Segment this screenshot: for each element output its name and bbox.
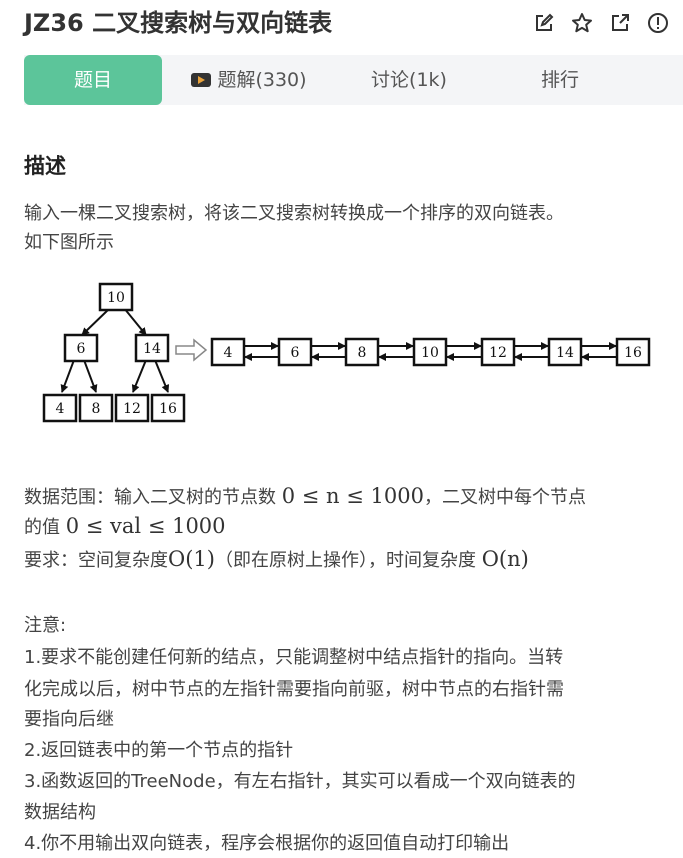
svg-text:12: 12	[489, 345, 507, 361]
value-prefix: 的值	[24, 517, 60, 538]
svg-text:12: 12	[123, 401, 141, 417]
share-icon[interactable]	[607, 10, 633, 36]
list-node: 8	[344, 337, 380, 367]
space-complexity: O(1)	[168, 547, 215, 571]
section-title: 描述	[24, 154, 66, 178]
svg-text:6: 6	[77, 341, 86, 357]
tree-node: 8	[78, 393, 114, 423]
tab-ranking[interactable]: 排行	[520, 55, 600, 105]
note-line-3: 要指向后继	[24, 709, 114, 730]
svg-text:14: 14	[143, 341, 161, 357]
tree-node: 14	[134, 333, 170, 363]
description-line-1: 输入一棵二叉搜索树，将该二叉搜索树转换成一个排序的双向链表。	[24, 203, 564, 224]
tree-node: 4	[42, 393, 78, 423]
svg-text:4: 4	[224, 345, 233, 361]
list-node: 10	[412, 337, 448, 367]
description-line-2: 如下图所示	[24, 232, 114, 253]
notes-heading: 注意:	[24, 615, 67, 636]
svg-text:14: 14	[556, 345, 574, 361]
list-node: 6	[277, 337, 313, 367]
note-line-2: 化完成以后，树中节点的左指针需要指向前驱，树中节点的右指针需	[24, 679, 564, 700]
list-node: 12	[480, 337, 516, 367]
edit-icon[interactable]	[531, 10, 557, 36]
requirement-line: 要求：空间复杂度O(1)（即在原树上操作），时间复杂度 O(n)	[24, 545, 529, 575]
requirement-prefix: 要求：空间复杂度	[24, 550, 168, 571]
tab-bar: 题目 题解(330) 讨论(1k) 排行	[24, 55, 683, 105]
svg-text:8: 8	[92, 401, 101, 417]
value-line: 的值 0 ≤ val ≤ 1000	[24, 512, 226, 542]
star-icon[interactable]	[569, 10, 595, 36]
tree-node: 16	[150, 393, 186, 423]
tab-discussion-label: 讨论(1k)	[371, 69, 447, 91]
tab-solutions[interactable]: 题解(330)	[184, 55, 314, 105]
tab-problem-label: 题目	[73, 69, 112, 91]
tab-problem[interactable]: 题目	[24, 55, 162, 105]
header-actions	[531, 10, 671, 36]
note-line-7: 4.你不用输出双向链表，程序会根据你的返回值自动打印输出	[24, 833, 510, 854]
svg-text:4: 4	[56, 401, 65, 417]
note-line-5: 3.函数返回的TreeNode，有左右指针，其实可以看成一个双向链表的	[24, 771, 576, 792]
range-math: 0 ≤ n ≤ 1000	[281, 484, 424, 508]
list-node: 16	[615, 337, 651, 367]
tab-solutions-label: 题解(330)	[217, 69, 307, 91]
list-node: 14	[547, 337, 583, 367]
range-line: 数据范围：输入二叉树的节点数 0 ≤ n ≤ 1000，二叉树中每个节点	[24, 482, 586, 512]
svg-text:16: 16	[159, 401, 177, 417]
value-math: 0 ≤ val ≤ 1000	[65, 514, 226, 538]
time-complexity: O(n)	[481, 547, 529, 571]
header: JZ36 二叉搜索树与双向链表	[24, 8, 683, 38]
tree-node: 12	[114, 393, 150, 423]
svg-text:16: 16	[624, 345, 642, 361]
svg-text:8: 8	[358, 345, 367, 361]
tab-ranking-label: 排行	[540, 69, 579, 91]
video-icon	[191, 73, 212, 87]
note-line-4: 2.返回链表中的第一个节点的指针	[24, 740, 294, 761]
list-node: 4	[210, 337, 246, 367]
tab-discussion[interactable]: 讨论(1k)	[359, 55, 459, 105]
svg-text:10: 10	[421, 345, 439, 361]
tree-to-list-figure: 10 6 14 4 8 12 16 4 6 8 10 12 14 16	[42, 282, 651, 423]
report-icon[interactable]	[645, 10, 671, 36]
tree-node: 6	[63, 333, 99, 363]
tree-node: 10	[98, 282, 134, 312]
svg-text:10: 10	[107, 290, 125, 306]
requirement-mid: （即在原树上操作），时间复杂度	[214, 550, 476, 571]
range-prefix: 数据范围：输入二叉树的节点数	[24, 487, 276, 508]
range-mid: ，二叉树中每个节点	[423, 487, 586, 508]
svg-text:6: 6	[291, 345, 300, 361]
note-line-1: 1.要求不能创建任何新的结点，只能调整树中结点指针的指向。当转	[24, 647, 564, 668]
note-line-6: 数据结构	[24, 802, 96, 823]
problem-title: JZ36 二叉搜索树与双向链表	[24, 9, 333, 37]
